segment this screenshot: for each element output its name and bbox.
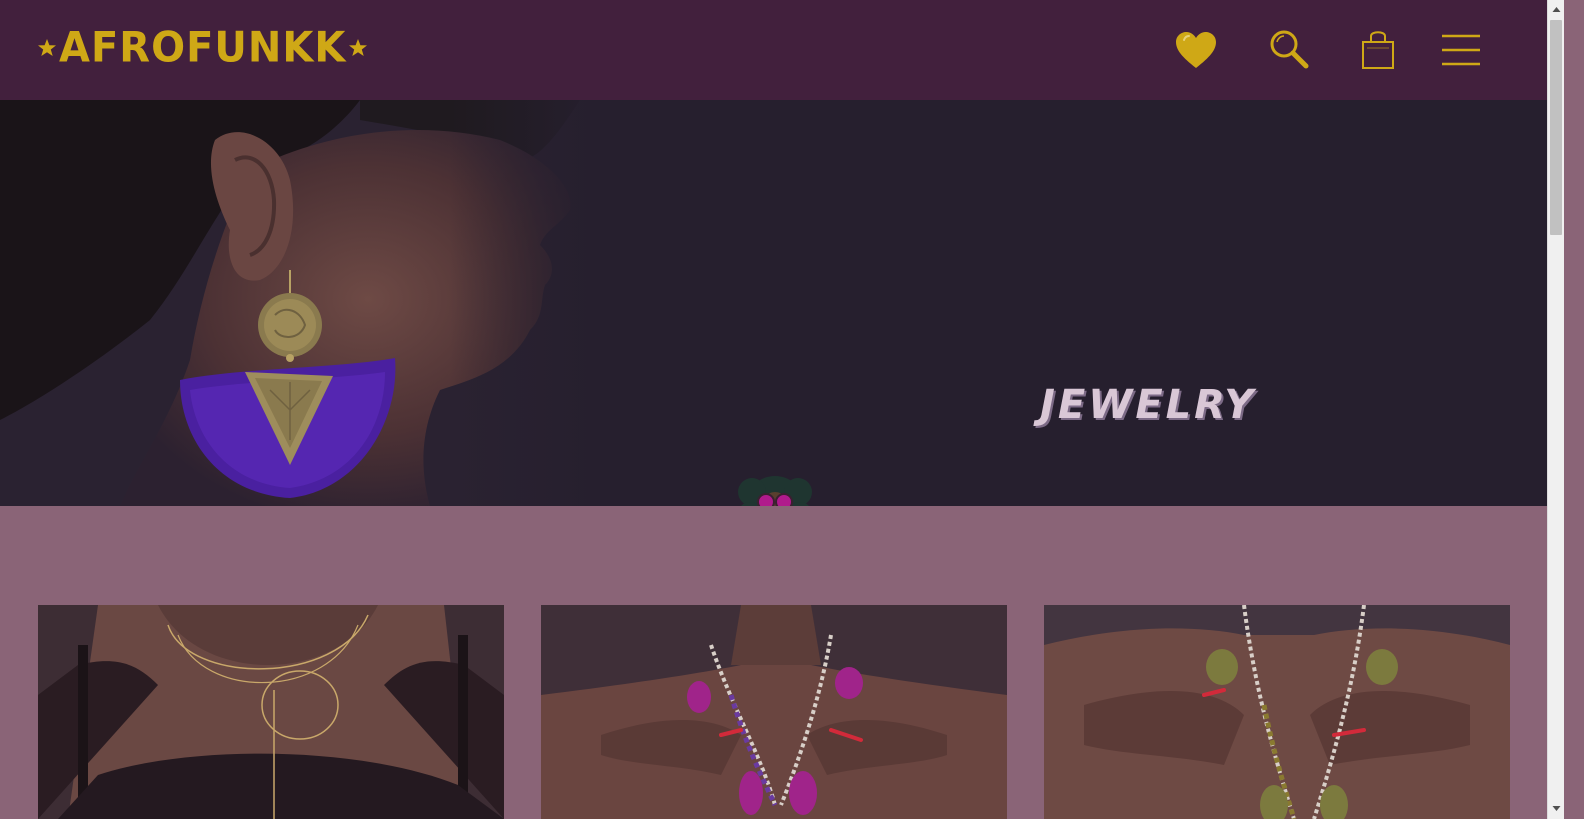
scroll-down-arrow-icon[interactable] (1551, 803, 1562, 814)
menu-icon[interactable] (1438, 26, 1484, 74)
product-card[interactable] (541, 605, 1007, 819)
vertical-scrollbar[interactable] (1547, 0, 1564, 819)
product-card[interactable] (1044, 605, 1510, 819)
brand-name: AFROFUNKK (59, 23, 347, 73)
hero-image (0, 100, 600, 506)
product-card[interactable] (38, 605, 504, 819)
hero-title: JEWELRY (1040, 382, 1257, 428)
heart-icon[interactable] (1172, 26, 1220, 74)
afro-girl-logo-icon (738, 476, 812, 506)
product-image-gold-necklace (38, 605, 504, 819)
product-image-purple-tassel-necklace (541, 605, 1007, 819)
scrollbar-thumb[interactable] (1550, 20, 1562, 235)
shopping-bag-icon[interactable] (1354, 26, 1402, 74)
page: AFROFUNKK JEWELRY (0, 0, 1584, 819)
site-header: AFROFUNKK (0, 0, 1564, 100)
scroll-up-arrow-icon[interactable] (1551, 4, 1562, 15)
search-icon[interactable] (1265, 26, 1313, 74)
star-icon (38, 39, 56, 56)
hero-banner: JEWELRY (0, 100, 1547, 506)
product-image-olive-tassel-necklace (1044, 605, 1510, 819)
star-icon (349, 39, 368, 56)
brand-logo[interactable]: AFROFUNKK (37, 22, 368, 74)
